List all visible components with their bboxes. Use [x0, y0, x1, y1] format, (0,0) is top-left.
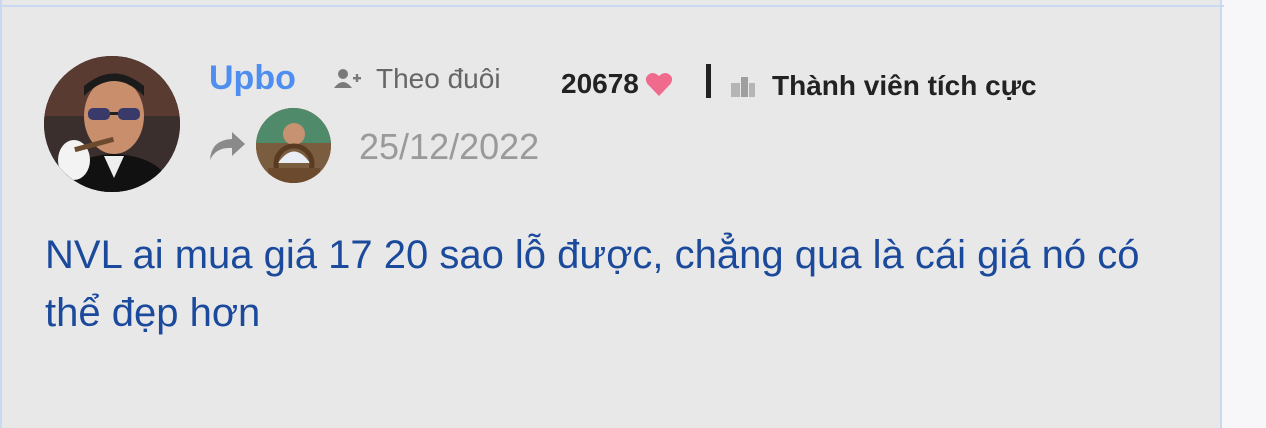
rank-label: Thành viên tích cực — [772, 70, 1037, 101]
shared-user-avatar[interactable] — [256, 108, 331, 183]
heart-icon — [645, 71, 673, 97]
card-divider — [2, 5, 1224, 7]
book-icon — [730, 73, 756, 99]
author-avatar[interactable] — [44, 56, 180, 192]
post-card: Upbo Theo đuôi 20678 Thành viên tích cực… — [0, 0, 1224, 428]
post-content: NVL ai mua giá 17 20 sao lỗ được, chẳng … — [45, 233, 1140, 335]
points-value: 20678 — [561, 68, 639, 99]
page: Upbo Theo đuôi 20678 Thành viên tích cực… — [0, 0, 1266, 428]
add-user-icon — [334, 68, 362, 90]
stats-divider — [706, 64, 711, 98]
follow-label: Theo đuôi — [376, 63, 501, 94]
share-icon[interactable] — [208, 130, 246, 162]
follow-button[interactable]: Theo đuôi — [334, 62, 501, 96]
author-points: 20678 — [561, 68, 673, 100]
author-name[interactable]: Upbo — [209, 58, 296, 98]
post-date: 25/12/2022 — [359, 126, 540, 167]
author-rank: Thành viên tích cực — [730, 70, 1037, 102]
